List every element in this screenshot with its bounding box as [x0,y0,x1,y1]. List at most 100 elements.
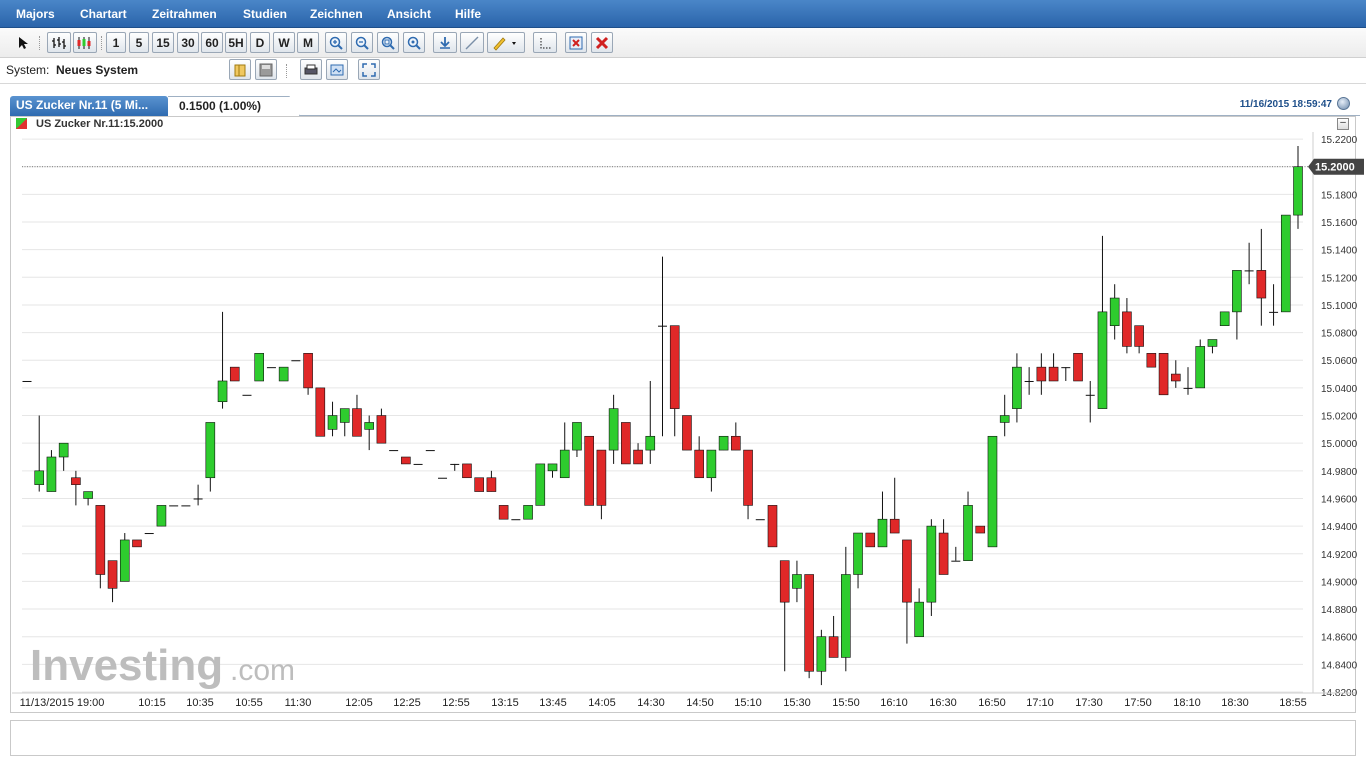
candle-body [816,636,827,672]
candle-body [425,450,435,452]
candle-body [462,463,472,479]
y-tick-label: 14.9000 [1321,577,1358,588]
candle-body [413,463,423,465]
x-tick-label: 16:10 [880,697,908,709]
y-tick-label: 15.1600 [1321,218,1358,229]
candle-body [731,435,741,451]
candle-body [1207,339,1218,347]
candle-body [71,477,81,485]
candle-body [633,449,643,465]
x-tick-label: 18:10 [1173,697,1201,709]
candle-body [352,408,362,437]
candle-body [511,519,521,521]
x-tick-label: 15:10 [734,697,762,709]
y-tick-label: 15.1200 [1321,273,1358,284]
candle-body [266,367,276,369]
candle-body [1269,311,1279,313]
y-tick-label: 14.9800 [1321,467,1358,478]
candle-body [450,463,460,465]
x-tick-label: 11/13/2015 19:00 [20,697,105,709]
candle-body [1061,367,1071,369]
candle-body [1219,311,1230,326]
x-tick-label: 15:50 [832,697,860,709]
y-tick-label: 14.9400 [1321,522,1358,533]
candle-body [975,525,986,534]
candle-body [303,353,313,389]
candle-body [1158,353,1169,396]
candle-body [144,533,154,535]
candle-body [229,366,240,382]
candle-body [1109,297,1120,326]
candle-body [498,505,509,520]
candle-body [1183,387,1193,389]
candle-body [1097,311,1108,409]
candle-body [902,539,912,603]
candle-body [1012,366,1022,409]
x-tick-label: 18:55 [1279,697,1307,709]
candle-body [804,574,814,672]
x-tick-label: 12:05 [345,697,373,709]
x-tick-label: 12:25 [393,697,421,709]
candle-body [83,491,93,499]
candle-body [999,415,1010,423]
candlestick-chart[interactable]: 15.2200 15.2000 15.1800 15.1600 15.1400 15.12… [0,0,1366,768]
candle-body [1244,270,1254,272]
x-tick-label: 10:35 [186,697,214,709]
candle-body [682,415,692,451]
candle-body [1036,366,1047,382]
y-tick-label: 15.0600 [1321,356,1358,367]
x-tick-label: 13:45 [539,697,567,709]
candle-body [1134,325,1144,347]
candle-body [987,435,998,548]
watermark-suffix: .com [230,654,295,687]
candle-body [828,636,839,658]
candle-body [58,442,69,458]
x-tick-label: 15:30 [783,697,811,709]
y-tick-label: 14.8800 [1321,605,1358,616]
candle-body [535,463,546,506]
candle-body [1085,394,1095,396]
candle-body [401,456,411,465]
x-tick-label: 17:50 [1124,697,1152,709]
candle-body [291,360,301,362]
y-tick-label: 15.0200 [1321,412,1358,423]
y-tick-label: 15.1400 [1321,246,1358,257]
candle-body [1146,353,1157,368]
candle-body [865,532,876,548]
candle-body [963,505,973,561]
candle-body [779,560,790,603]
candle-body [169,505,179,507]
chart-navigator[interactable] [10,720,1356,756]
last-price-label: 15.2000 [1315,162,1355,174]
candle-body [914,601,924,638]
y-tick-label: 15.2200 [1321,135,1358,146]
x-tick-label: 10:55 [235,697,263,709]
x-tick-label: 17:30 [1075,697,1103,709]
candle-body [1048,366,1059,382]
candle-body [156,505,167,527]
y-tick-label: 14.8600 [1321,633,1358,644]
candle-body [1024,380,1034,382]
candle-body [645,435,656,451]
y-tick-label: 15.0800 [1321,329,1358,340]
candle-body [877,518,888,548]
candle-body [46,456,57,492]
candle-body [205,422,216,479]
x-tick-label: 12:55 [442,697,470,709]
y-tick-label: 15.0000 [1321,439,1358,450]
y-tick-label: 15.1000 [1321,301,1358,312]
candle-body [926,525,937,603]
candle-body [438,477,448,479]
candle-body [327,415,338,430]
candle-body [718,435,729,451]
candle-body [364,422,374,430]
candle-body [132,539,142,548]
x-tick-label: 10:15 [138,697,166,709]
y-tick-label: 14.9200 [1321,550,1358,561]
candle-body [119,539,130,582]
candle-body [755,519,765,521]
candle-body [34,470,45,485]
candle-body [608,408,619,451]
candle-body [523,505,533,520]
y-tick-label: 15.1800 [1321,190,1358,201]
